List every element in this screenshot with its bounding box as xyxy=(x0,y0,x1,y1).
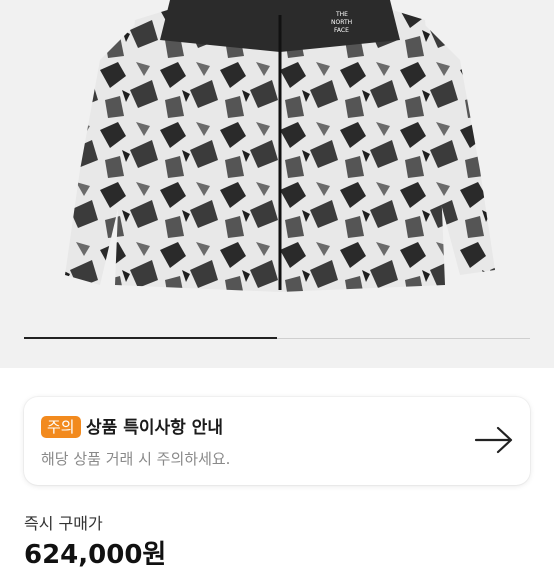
svg-text:NORTH: NORTH xyxy=(331,19,352,26)
notice-description: 해당 상품 거래 시 주의하세요. xyxy=(41,450,231,468)
arrow-right-icon[interactable] xyxy=(474,425,514,455)
instant-buy-price: 624,000원 xyxy=(24,540,167,570)
carousel-progress-fill xyxy=(24,337,277,339)
svg-text:THE: THE xyxy=(335,11,348,18)
product-image-area[interactable]: THE NORTH FACE xyxy=(0,0,554,368)
carousel-progress-track xyxy=(24,337,530,339)
warning-badge: 주의 xyxy=(41,416,81,438)
svg-text:FACE: FACE xyxy=(334,27,349,34)
notice-title: 상품 특이사항 안내 xyxy=(86,418,223,438)
instant-buy-price-label: 즉시 구매가 xyxy=(24,514,103,533)
notice-card[interactable]: 주의 상품 특이사항 안내 해당 상품 거래 시 주의하세요. xyxy=(24,397,530,485)
product-image: THE NORTH FACE xyxy=(65,0,495,292)
